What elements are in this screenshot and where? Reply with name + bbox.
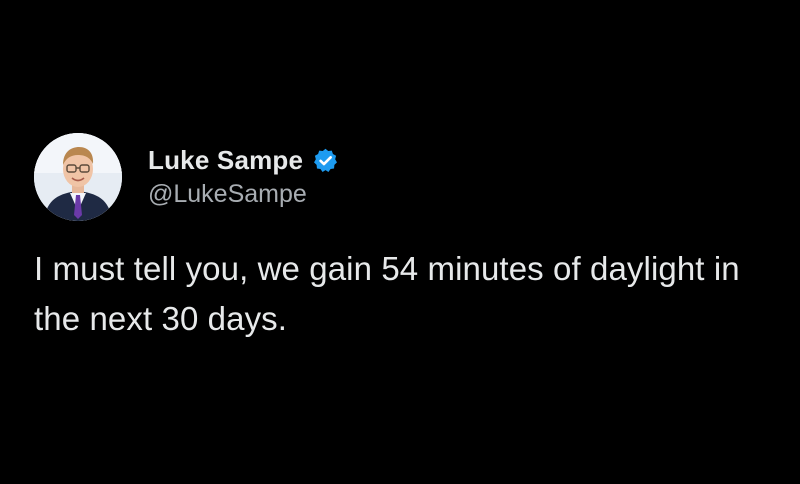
screen: Luke Sampe @LukeSampe I must tell you, w…	[0, 0, 800, 484]
avatar-portrait-icon	[34, 133, 122, 221]
tweet-card[interactable]: Luke Sampe @LukeSampe I must tell you, w…	[34, 132, 774, 344]
author-identity: Luke Sampe @LukeSampe	[148, 144, 339, 210]
avatar[interactable]	[34, 133, 122, 221]
tweet-header: Luke Sampe @LukeSampe	[34, 132, 774, 222]
author-handle[interactable]: @LukeSampe	[148, 178, 339, 210]
verified-badge-icon[interactable]	[312, 147, 339, 174]
tweet-text: I must tell you, we gain 54 minutes of d…	[34, 250, 740, 337]
name-row: Luke Sampe	[148, 144, 339, 176]
author-display-name[interactable]: Luke Sampe	[148, 144, 303, 176]
